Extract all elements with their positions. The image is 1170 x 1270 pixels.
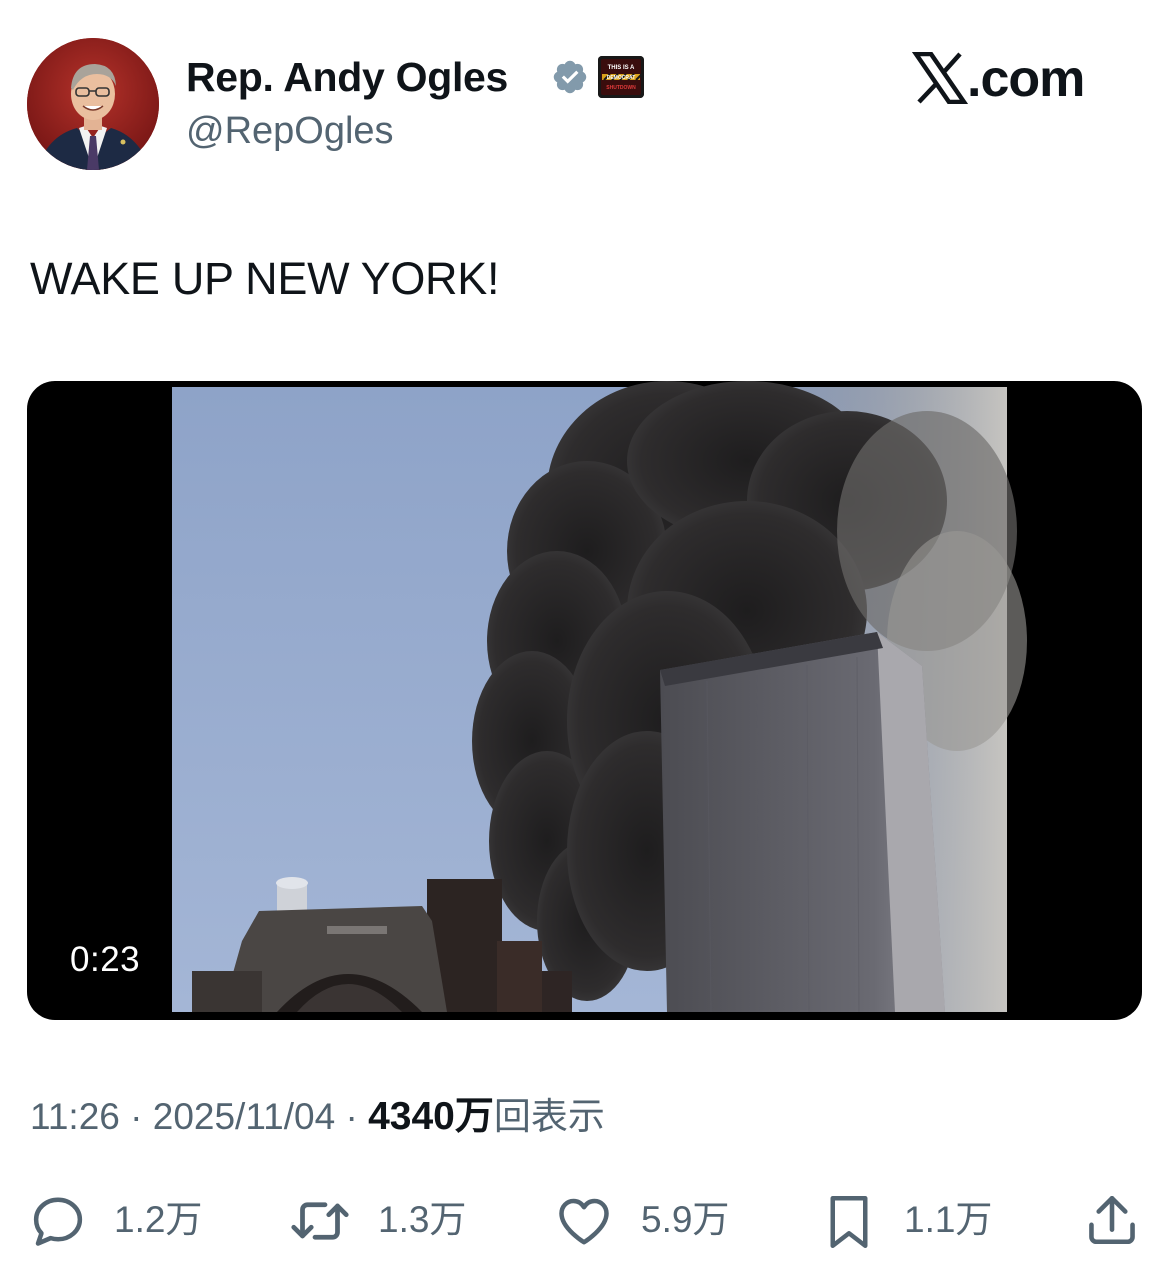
repost-icon xyxy=(291,1202,349,1240)
heart-icon xyxy=(559,1198,609,1245)
video-player[interactable] xyxy=(27,381,1142,1020)
like-button[interactable]: 5.9万 xyxy=(553,1185,753,1255)
display-name[interactable]: Rep. Andy Ogles xyxy=(186,52,508,102)
tweet-meta: 11:26 · 2025/11/04 · 4340万回表示 xyxy=(30,1092,605,1142)
tweet-text: WAKE UP NEW YORK! xyxy=(30,253,500,304)
verified-badge-icon[interactable] xyxy=(551,58,589,96)
views-label: 回表示 xyxy=(493,1096,605,1137)
brand-suffix: .com xyxy=(967,50,1085,108)
tweet-time[interactable]: 11:26 xyxy=(30,1096,120,1137)
meta-separator: · xyxy=(119,1096,153,1137)
share-button[interactable] xyxy=(1083,1185,1143,1255)
bookmark-count: 1.1万 xyxy=(904,1199,993,1240)
repost-button[interactable]: 1.3万 xyxy=(287,1185,487,1255)
video-duration: 0:23 xyxy=(70,940,141,979)
avatar[interactable] xyxy=(27,38,159,170)
badge-line-2: DEMOCRAT xyxy=(607,75,636,81)
affiliation-badge[interactable]: THIS IS A DEMOCRAT SHUTDOWN xyxy=(598,56,644,98)
badge-line-3: SHUTDOWN xyxy=(606,85,636,91)
meta-separator: · xyxy=(335,1096,369,1137)
reply-icon xyxy=(33,1197,83,1246)
action-bar: 1.2万 1.3万 5.9万 1.1万 xyxy=(0,1185,1170,1255)
reply-count: 1.2万 xyxy=(114,1199,203,1240)
share-icon xyxy=(1089,1195,1135,1245)
video-thumbnail xyxy=(172,381,1027,1013)
brand-logo: .com xyxy=(912,52,1104,108)
bookmark-icon xyxy=(830,1196,868,1248)
bookmark-button[interactable]: 1.1万 xyxy=(824,1185,1014,1255)
views-count: 4340万 xyxy=(368,1095,494,1138)
tweet-date[interactable]: 2025/11/04 xyxy=(153,1096,335,1137)
x-logo-icon xyxy=(912,52,968,104)
like-count: 5.9万 xyxy=(641,1199,730,1240)
repost-count: 1.3万 xyxy=(378,1199,467,1240)
reply-button[interactable]: 1.2万 xyxy=(28,1185,218,1255)
badge-line-1: THIS IS A xyxy=(608,65,635,71)
handle[interactable]: @RepOgles xyxy=(186,108,394,154)
avatar-image xyxy=(27,38,159,170)
